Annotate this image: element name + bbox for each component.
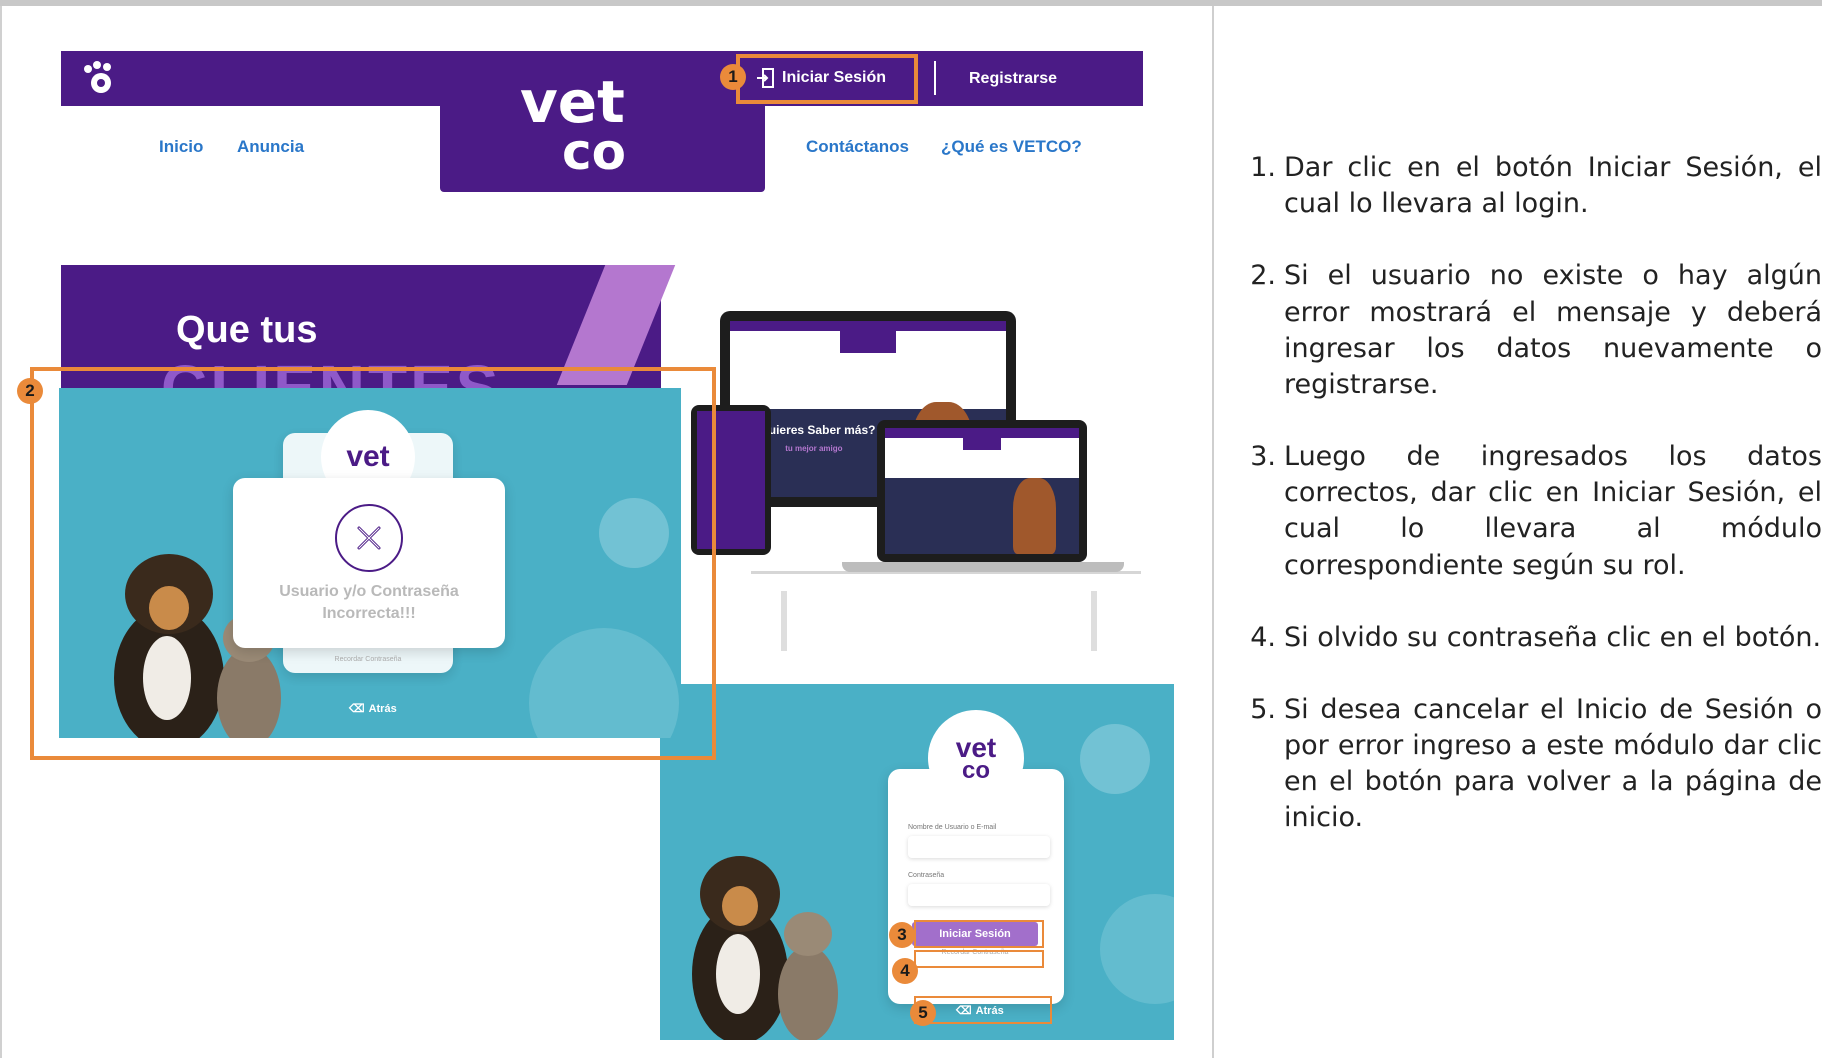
login-logo: vet co xyxy=(928,710,1024,806)
nav-anuncia[interactable]: Anuncia xyxy=(237,137,304,157)
step-text: Si olvido su contraseña clic en el botón… xyxy=(1284,621,1822,653)
hero-title: Que tus xyxy=(176,309,318,351)
step-4: 4. Si olvido su contraseña clic en el bo… xyxy=(1228,620,1822,656)
laptop-mockup xyxy=(877,420,1087,562)
logo-co-text: co xyxy=(562,123,626,181)
password-input[interactable] xyxy=(908,884,1050,906)
step-text: Dar clic en el botón Iniciar Sesión, el … xyxy=(1284,152,1822,220)
callout-badge-2: 2 xyxy=(17,378,43,404)
device-sub-text: tu mejor amigo xyxy=(785,444,843,454)
password-label: Contraseña xyxy=(908,872,945,879)
column-divider xyxy=(1212,6,1214,1058)
callout-badge-5: 5 xyxy=(910,1000,936,1026)
callout-badge-4: 4 xyxy=(892,958,918,984)
callout-1-highlight xyxy=(736,54,918,104)
step-number: 5. xyxy=(1250,693,1276,725)
step-5: 5. Si desea cancelar el Inicio de Sesión… xyxy=(1228,692,1822,837)
desk-illustration xyxy=(751,571,1141,641)
step-2: 2. Si el usuario no existe o hay algún e… xyxy=(1228,258,1822,403)
desk-leg xyxy=(1091,591,1097,651)
topbar-separator xyxy=(934,61,936,95)
laptop-base xyxy=(842,562,1124,572)
left-border xyxy=(0,6,2,1058)
callout-3-highlight xyxy=(914,920,1044,948)
username-input[interactable] xyxy=(908,836,1050,858)
callout-badge-3: 3 xyxy=(889,922,915,948)
step-text: Si el usuario no existe o hay algún erro… xyxy=(1284,260,1822,400)
callout-badge-1: 1 xyxy=(720,64,746,90)
username-label: Nombre de Usuario o E-mail xyxy=(908,824,997,831)
paw-icon xyxy=(84,61,111,93)
top-rule xyxy=(0,0,1822,6)
instruction-list: 1. Dar clic en el botón Iniciar Sesión, … xyxy=(1228,150,1822,873)
step-3: 3. Luego de ingresados los datos correct… xyxy=(1228,439,1822,584)
step-number: 4. xyxy=(1250,621,1276,653)
login-screen-screenshot: vet co Nombre de Usuario o E-mail Contra… xyxy=(660,684,1174,1040)
nav-inicio[interactable]: Inicio xyxy=(159,137,203,157)
step-number: 3. xyxy=(1250,441,1276,473)
vetco-logo-box[interactable]: vet co xyxy=(440,51,765,192)
nav-contactanos[interactable]: Contáctanos xyxy=(806,137,909,157)
desk-leg xyxy=(781,591,787,651)
login-logo-co: co xyxy=(961,756,990,784)
paw-decoration xyxy=(1080,724,1150,794)
register-button[interactable]: Registrarse xyxy=(969,70,1057,88)
callout-2-highlight xyxy=(30,367,716,760)
dog-and-cat-photo xyxy=(692,856,838,1040)
callout-4-highlight xyxy=(914,950,1044,968)
step-number: 2. xyxy=(1250,260,1276,292)
paw-decoration xyxy=(1100,894,1174,1004)
step-number: 1. xyxy=(1250,152,1276,183)
step-1: 1. Dar clic en el botón Iniciar Sesión, … xyxy=(1228,150,1822,222)
step-text: Si desea cancelar el Inicio de Sesión o … xyxy=(1284,693,1822,834)
nav-que-es-vetco[interactable]: ¿Qué es VETCO? xyxy=(941,137,1082,157)
step-text: Luego de ingresados los datos correctos,… xyxy=(1284,441,1822,581)
